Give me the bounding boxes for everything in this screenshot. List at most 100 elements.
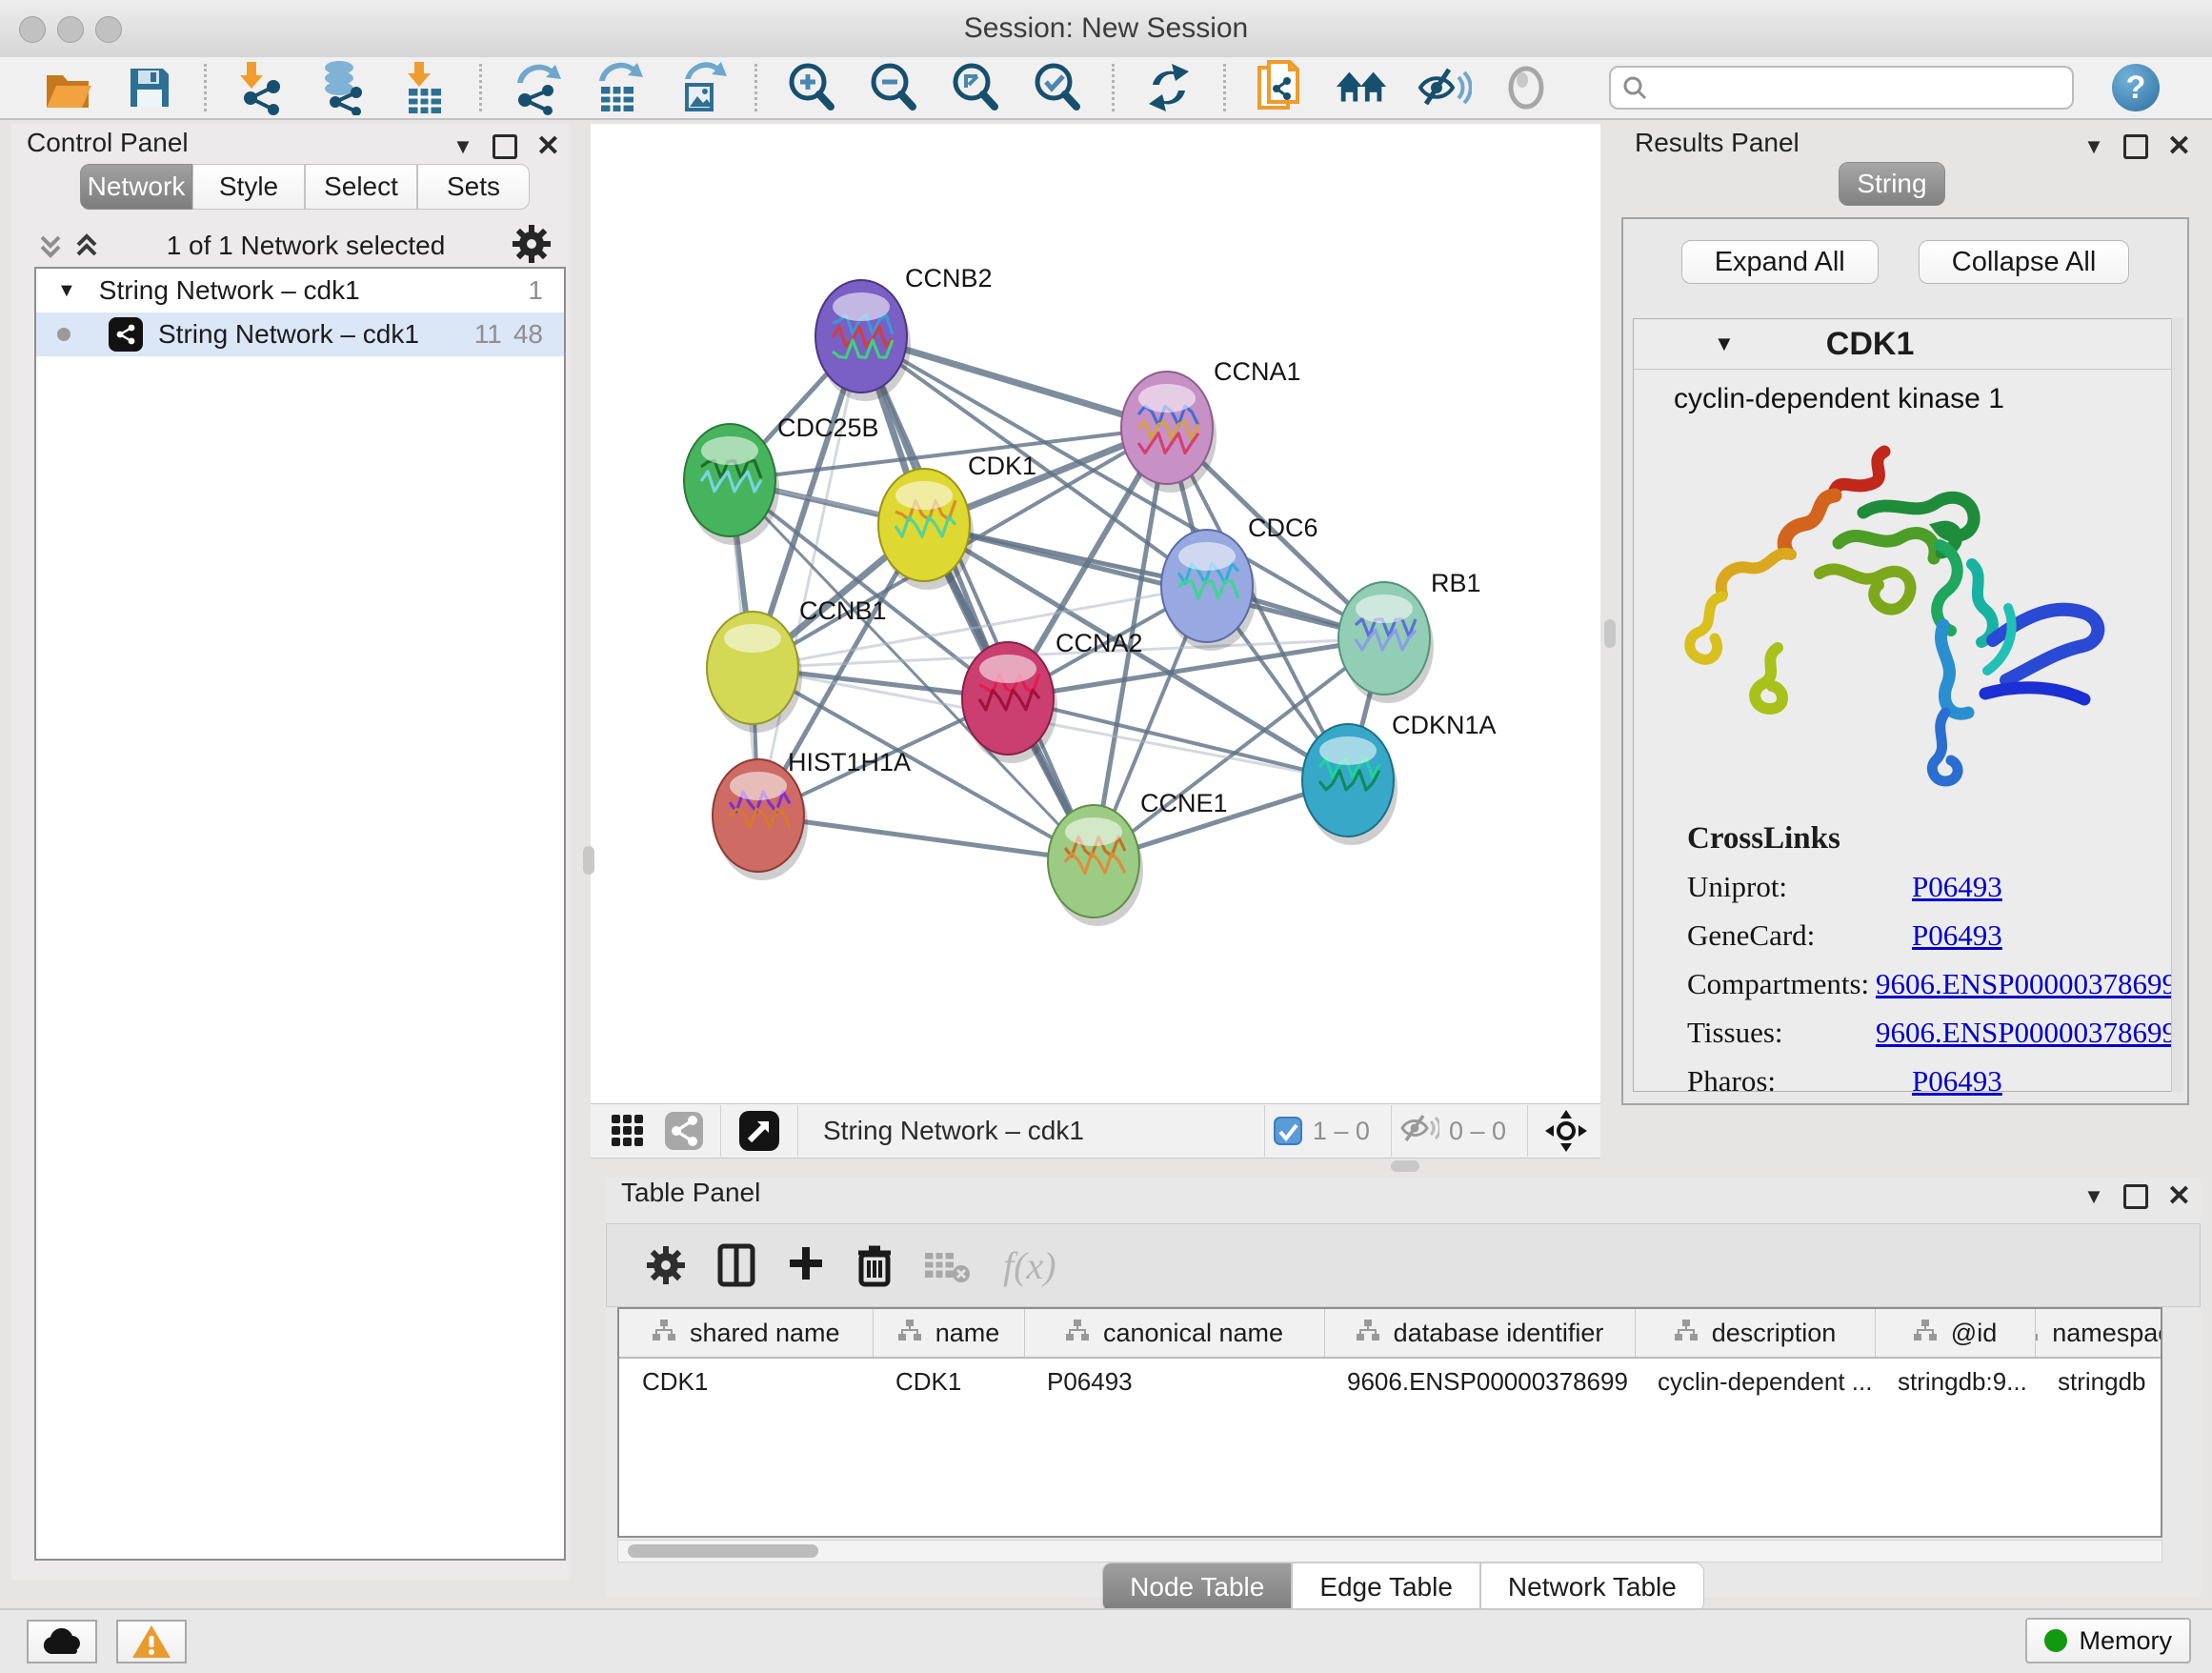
collapse-node-icon[interactable]: ▼ [1714,332,1735,356]
splitter-handle-left[interactable] [583,846,594,875]
save-session-button[interactable] [122,60,177,115]
warnings-button[interactable] [116,1620,187,1663]
search-input[interactable] [1657,72,2061,104]
panel-float-icon[interactable] [2123,1184,2148,1209]
refresh-view-button[interactable] [1141,60,1196,115]
string-protein-query-button[interactable] [1253,60,1308,115]
import-network-file-button[interactable] [233,60,289,115]
grid-view-button[interactable] [610,1113,646,1149]
panel-close-icon[interactable]: ✕ [2167,1179,2191,1213]
expand-all-button[interactable]: Expand All [1681,240,1879,284]
panel-close-icon[interactable]: ✕ [2167,130,2191,163]
function-builder-button[interactable]: f(x) [1003,1243,1056,1288]
zoom-fit-button[interactable] [948,60,1003,115]
table-row[interactable]: CDK1CDK1P064939606.ENSP00000378699cyclin… [619,1358,2162,1404]
export-table-button[interactable] [591,60,646,115]
table-hscrollbar-thumb[interactable] [628,1544,818,1558]
memory-button[interactable]: Memory [2025,1618,2191,1663]
column-header-description[interactable]: description [1635,1309,1875,1358]
network-node-CCNB2[interactable]: CCNB2 [815,264,993,401]
table-hscrollbar[interactable] [617,1540,2162,1562]
splitter-handle-bottom[interactable] [1391,1160,1419,1172]
network-node-CDC6[interactable]: CDC6 [1161,514,1318,651]
import-network-database-button[interactable] [315,60,371,115]
fit-selected-button[interactable] [1545,1110,1587,1152]
tab-node-table[interactable]: Node Table [1102,1562,1292,1612]
zoom-out-button[interactable] [866,60,921,115]
network-edge[interactable] [758,336,861,816]
open-session-button[interactable] [40,60,95,115]
expand-all-networks-icon[interactable] [72,230,101,262]
column-header-shared-name[interactable]: shared name [619,1309,873,1358]
panel-menu-icon[interactable]: ▼ [2083,134,2104,159]
crosslink-link[interactable]: P06493 [1912,1064,2002,1099]
network-node-CDKN1A[interactable]: CDKN1A [1302,711,1497,845]
network-options-gear-icon[interactable] [511,223,553,270]
node-result-header[interactable]: ▼ CDK1 [1634,319,2177,370]
network-collection-row[interactable]: ▼ String Network – cdk1 1 [36,269,564,312]
crosslink-link[interactable]: 9606.ENSP00000378699 [1876,1016,2177,1050]
delete-table-button[interactable] [923,1247,971,1283]
table-cell[interactable]: cyclin-dependent ... [1635,1358,1875,1404]
hide-graphics-button[interactable] [1417,60,1472,115]
home-species-button[interactable] [1335,60,1390,115]
collapse-all-button[interactable]: Collapse All [1919,240,2130,284]
cloud-status-button[interactable] [27,1620,97,1663]
column-header-@id[interactable]: @id [1875,1309,2035,1358]
network-node-CCNB1[interactable]: CCNB1 [707,596,887,733]
zoom-selected-button[interactable] [1030,60,1085,115]
table-cell[interactable]: CDK1 [619,1358,873,1404]
panel-menu-icon[interactable]: ▼ [2083,1184,2104,1209]
network-canvas[interactable]: CCNB2CCNA1CDC25BCDK1CDC6RB1CCNB1CCNA2CDK… [591,124,1600,1103]
table-cell[interactable]: stringdb:9... [1875,1358,2035,1404]
network-node-CDK1[interactable]: CDK1 [878,452,1036,590]
add-column-button[interactable] [786,1245,826,1285]
network-node-HIST1H1A[interactable]: HIST1H1A [713,748,911,880]
results-scrollbar[interactable] [2171,318,2183,1092]
column-header-database-identifier[interactable]: database identifier [1324,1309,1635,1358]
delete-column-button[interactable] [856,1243,893,1287]
network-node-RB1[interactable]: RB1 [1338,569,1481,703]
zoom-in-button[interactable] [784,60,839,115]
tab-select[interactable]: Select [305,164,417,210]
crosslink-link[interactable]: P06493 [1912,918,2002,953]
table-settings-button[interactable] [645,1244,687,1286]
tab-network-table[interactable]: Network Table [1480,1562,1704,1612]
tab-edge-table[interactable]: Edge Table [1292,1562,1480,1612]
panel-float-icon[interactable] [2123,134,2148,159]
help-button[interactable]: ? [2112,64,2160,111]
column-header-canonical-name[interactable]: canonical name [1024,1309,1324,1358]
collapse-all-networks-icon[interactable] [36,230,65,262]
hidden-eye-icon[interactable] [1399,1112,1439,1151]
table-cell[interactable]: CDK1 [873,1358,1024,1404]
tab-sets[interactable]: Sets [417,164,530,210]
column-header-name[interactable]: name [873,1309,1024,1358]
table-cell[interactable]: stringdb [2035,1358,2162,1404]
show-graphics-button[interactable] [1498,60,1554,115]
tab-network[interactable]: Network [80,164,192,210]
table-cell[interactable]: P06493 [1024,1358,1324,1404]
export-network-button[interactable] [509,60,564,115]
crosslink-link[interactable]: P06493 [1912,870,2002,904]
search-field[interactable] [1609,66,2074,110]
string-view-button[interactable] [665,1112,703,1150]
birdseye-view-button[interactable] [738,1110,780,1152]
column-header-namespace[interactable]: namespace [2035,1309,2162,1358]
network-row[interactable]: String Network – cdk1 11 48 [36,312,564,356]
network-edge[interactable] [861,336,1094,861]
network-node-CCNE1[interactable]: CCNE1 [1048,789,1228,926]
crosslink-link[interactable]: 9606.ENSP00000378699 [1876,967,2177,1001]
tab-style[interactable]: Style [192,164,305,210]
table-cell[interactable]: 9606.ENSP00000378699 [1324,1358,1635,1404]
panel-menu-icon[interactable]: ▼ [452,134,473,159]
panel-close-icon[interactable]: ✕ [536,130,560,163]
selected-checkbox[interactable] [1273,1116,1303,1146]
panel-float-icon[interactable] [493,134,517,159]
export-image-button[interactable] [673,60,728,115]
network-edge[interactable] [758,816,1094,861]
import-table-file-button[interactable] [397,60,452,115]
show-columns-button[interactable] [717,1243,755,1287]
network-node-CDC25B[interactable]: CDC25B [684,413,879,545]
splitter-handle-right[interactable] [1604,619,1616,648]
tab-string[interactable]: String [1839,162,1945,206]
